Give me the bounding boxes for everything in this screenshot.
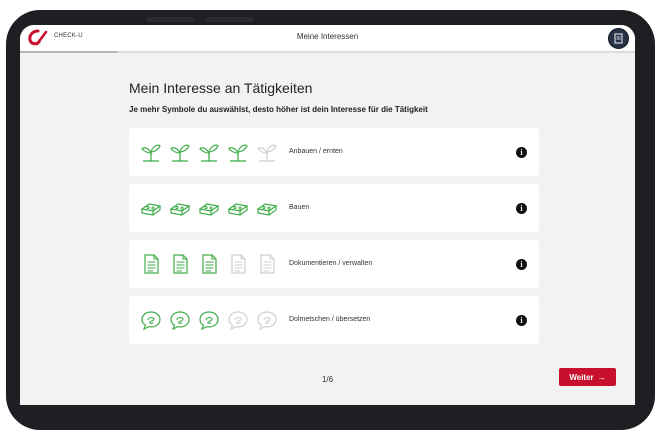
rating-icons (139, 252, 279, 276)
activity-label: Dolmetschen / übersetzen (289, 316, 371, 323)
sprout-icon[interactable] (226, 140, 250, 164)
brick-icon[interactable] (168, 196, 192, 220)
sprout-icon[interactable] (197, 140, 221, 164)
brick-icon[interactable] (255, 196, 279, 220)
activity-label: Bauen (289, 204, 310, 211)
activity-label: Anbauen / ernten (289, 148, 343, 155)
activity-card: Anbauen / ernten i (129, 128, 539, 176)
speech-bubble-icon[interactable] (226, 308, 250, 332)
main-heading: Mein Interesse an Tätigkeiten (129, 80, 313, 96)
rating-icons (139, 140, 279, 164)
brick-icon[interactable] (139, 196, 163, 220)
page-indicator: 1/6 (321, 375, 334, 384)
hardware-button (206, 17, 254, 22)
sprout-icon[interactable] (139, 140, 163, 164)
document-icon[interactable] (197, 252, 221, 276)
app-screen: CHECK-U Meine Interessen Mein Interesse … (20, 25, 635, 405)
info-icon[interactable]: i (516, 259, 527, 270)
top-bar: CHECK-U Meine Interessen (20, 25, 635, 52)
sprout-icon[interactable] (255, 140, 279, 164)
profile-icon (614, 33, 623, 44)
document-icon[interactable] (139, 252, 163, 276)
info-icon[interactable]: i (516, 315, 527, 326)
speech-bubble-icon[interactable] (168, 308, 192, 332)
brick-icon[interactable] (197, 196, 221, 220)
main-subheading: Je mehr Symbole du auswählst, desto höhe… (129, 105, 428, 114)
progress-bar (20, 51, 635, 53)
page-title: Meine Interessen (296, 32, 359, 41)
info-icon[interactable]: i (516, 203, 527, 214)
next-button-label: Weiter (569, 372, 594, 382)
sprout-icon[interactable] (168, 140, 192, 164)
speech-bubble-icon[interactable] (197, 308, 221, 332)
activity-label: Dokumentieren / verwalten (289, 260, 373, 267)
speech-bubble-icon[interactable] (139, 308, 163, 332)
document-icon[interactable] (168, 252, 192, 276)
next-button[interactable]: Weiter → (559, 368, 616, 386)
rating-icons (139, 308, 279, 332)
activity-card: Bauen i (129, 184, 539, 232)
activity-card: Dokumentieren / verwalten i (129, 240, 539, 288)
rating-icons (139, 196, 279, 220)
progress-fill (20, 51, 119, 53)
arrow-right-icon: → (597, 372, 606, 382)
speech-bubble-icon[interactable] (255, 308, 279, 332)
document-icon[interactable] (226, 252, 250, 276)
info-icon[interactable]: i (516, 147, 527, 158)
avatar[interactable] (608, 28, 629, 49)
hardware-button (146, 17, 194, 22)
activity-card: Dolmetschen / übersetzen i (129, 296, 539, 344)
brick-icon[interactable] (226, 196, 250, 220)
document-icon[interactable] (255, 252, 279, 276)
